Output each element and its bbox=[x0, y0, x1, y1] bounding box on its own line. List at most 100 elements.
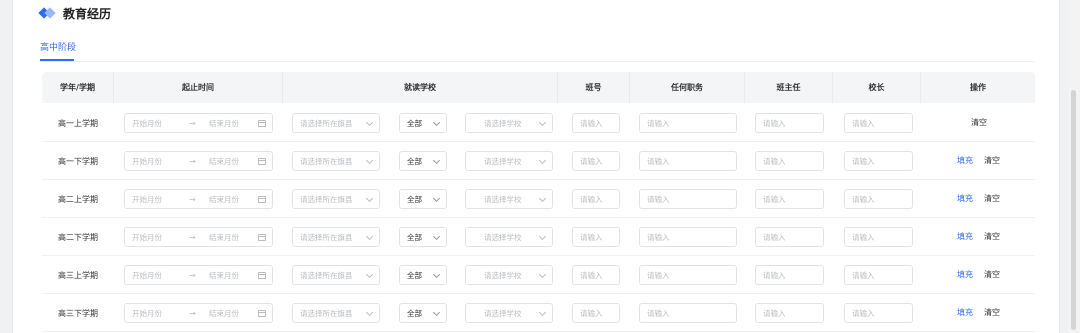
class-number-placeholder: 请输入 bbox=[580, 194, 603, 204]
clear-button[interactable]: 清空 bbox=[984, 142, 1000, 180]
date-range-picker[interactable]: 开始月份 → 结束月份 bbox=[124, 303, 273, 323]
school-placeholder: 请选择学校 bbox=[484, 308, 522, 318]
region-select[interactable]: 请选择所在旗县 bbox=[292, 303, 380, 323]
school-select[interactable]: 请选择学校 bbox=[465, 151, 553, 171]
position-input[interactable]: 请输入 bbox=[639, 189, 737, 209]
chevron-down-icon bbox=[538, 232, 547, 241]
fill-button[interactable]: 填充 bbox=[957, 294, 973, 332]
fill-button[interactable]: 填充 bbox=[957, 142, 973, 180]
date-range-picker[interactable]: 开始月份 → 结束月份 bbox=[124, 113, 273, 133]
chevron-down-icon bbox=[538, 194, 547, 203]
school-type-value: 全部 bbox=[407, 194, 422, 204]
tab-high-school[interactable]: 高中阶段 bbox=[40, 42, 76, 54]
start-month-placeholder: 开始月份 bbox=[132, 194, 162, 204]
fill-button[interactable]: 填充 bbox=[957, 180, 973, 218]
principal-input[interactable]: 请输入 bbox=[844, 113, 913, 133]
class-number-input[interactable]: 请输入 bbox=[572, 151, 620, 171]
region-select[interactable]: 请选择所在旗县 bbox=[292, 113, 380, 133]
date-range-picker[interactable]: 开始月份 → 结束月份 bbox=[124, 227, 273, 247]
fill-button[interactable]: 填充 bbox=[957, 256, 973, 294]
calendar-icon bbox=[258, 310, 266, 317]
region-placeholder: 请选择所在旗县 bbox=[300, 118, 353, 128]
clear-button[interactable]: 清空 bbox=[984, 256, 1000, 294]
head-teacher-input[interactable]: 请输入 bbox=[755, 189, 824, 209]
end-month-placeholder: 结束月份 bbox=[209, 118, 239, 128]
position-placeholder: 请输入 bbox=[647, 270, 670, 280]
date-range-picker[interactable]: 开始月份 → 结束月份 bbox=[124, 265, 273, 285]
position-input[interactable]: 请输入 bbox=[639, 227, 737, 247]
head-teacher-input[interactable]: 请输入 bbox=[755, 151, 824, 171]
principal-input[interactable]: 请输入 bbox=[844, 189, 913, 209]
clear-button[interactable]: 清空 bbox=[984, 294, 1000, 332]
school-select[interactable]: 请选择学校 bbox=[465, 265, 553, 285]
calendar-icon bbox=[258, 120, 266, 127]
position-placeholder: 请输入 bbox=[647, 194, 670, 204]
principal-placeholder: 请输入 bbox=[852, 194, 875, 204]
school-select[interactable]: 请选择学校 bbox=[465, 303, 553, 323]
position-input[interactable]: 请输入 bbox=[639, 113, 737, 133]
position-input[interactable]: 请输入 bbox=[639, 151, 737, 171]
chevron-down-icon bbox=[365, 156, 374, 165]
principal-input[interactable]: 请输入 bbox=[844, 227, 913, 247]
school-type-select[interactable]: 全部 bbox=[399, 189, 447, 209]
class-number-input[interactable]: 请输入 bbox=[572, 227, 620, 247]
fill-button[interactable]: 填充 bbox=[957, 218, 973, 256]
class-number-input[interactable]: 请输入 bbox=[572, 303, 620, 323]
table-row: 高三下学期 开始月份 → 结束月份 请选择所在旗县 全部 请选择学校 请输入 请… bbox=[42, 294, 1035, 332]
date-range-picker[interactable]: 开始月份 → 结束月份 bbox=[124, 189, 273, 209]
school-type-select[interactable]: 全部 bbox=[399, 113, 447, 133]
section-diamond-icon bbox=[38, 7, 56, 19]
class-number-input[interactable]: 请输入 bbox=[572, 113, 620, 133]
class-number-input[interactable]: 请输入 bbox=[572, 265, 620, 285]
head-teacher-placeholder: 请输入 bbox=[763, 194, 786, 204]
head-teacher-input[interactable]: 请输入 bbox=[755, 227, 824, 247]
position-input[interactable]: 请输入 bbox=[639, 265, 737, 285]
position-placeholder: 请输入 bbox=[647, 156, 670, 166]
semester-label: 高三上学期 bbox=[58, 270, 98, 280]
section-title: 教育经历 bbox=[63, 6, 112, 21]
school-select[interactable]: 请选择学校 bbox=[465, 189, 553, 209]
col-header-semester: 学年/学期 bbox=[42, 72, 114, 103]
region-select[interactable]: 请选择所在旗县 bbox=[292, 227, 380, 247]
end-month-placeholder: 结束月份 bbox=[209, 156, 239, 166]
col-header-actions: 操作 bbox=[970, 83, 986, 92]
scrollbar-thumb[interactable] bbox=[1071, 90, 1076, 330]
school-select[interactable]: 请选择学校 bbox=[465, 113, 553, 133]
head-teacher-input[interactable]: 请输入 bbox=[755, 113, 824, 133]
class-number-placeholder: 请输入 bbox=[580, 308, 603, 318]
class-number-placeholder: 请输入 bbox=[580, 156, 603, 166]
chevron-down-icon bbox=[365, 308, 374, 317]
school-type-value: 全部 bbox=[407, 270, 422, 280]
position-placeholder: 请输入 bbox=[647, 232, 670, 242]
calendar-icon bbox=[258, 272, 266, 279]
head-teacher-placeholder: 请输入 bbox=[763, 156, 786, 166]
principal-input[interactable]: 请输入 bbox=[844, 265, 913, 285]
school-type-select[interactable]: 全部 bbox=[399, 303, 447, 323]
principal-input[interactable]: 请输入 bbox=[844, 303, 913, 323]
date-range-picker[interactable]: 开始月份 → 结束月份 bbox=[124, 151, 273, 171]
principal-input[interactable]: 请输入 bbox=[844, 151, 913, 171]
clear-button[interactable]: 清空 bbox=[971, 104, 987, 142]
school-select[interactable]: 请选择学校 bbox=[465, 227, 553, 247]
head-teacher-input[interactable]: 请输入 bbox=[755, 303, 824, 323]
principal-placeholder: 请输入 bbox=[852, 308, 875, 318]
class-number-input[interactable]: 请输入 bbox=[572, 189, 620, 209]
school-placeholder: 请选择学校 bbox=[484, 232, 522, 242]
school-type-select[interactable]: 全部 bbox=[399, 265, 447, 285]
start-month-placeholder: 开始月份 bbox=[132, 118, 162, 128]
end-month-placeholder: 结束月份 bbox=[209, 232, 239, 242]
head-teacher-input[interactable]: 请输入 bbox=[755, 265, 824, 285]
col-header-class: 班号 bbox=[558, 72, 630, 103]
arrow-right-icon: → bbox=[189, 308, 196, 318]
region-select[interactable]: 请选择所在旗县 bbox=[292, 151, 380, 171]
clear-button[interactable]: 清空 bbox=[984, 218, 1000, 256]
school-type-select[interactable]: 全部 bbox=[399, 227, 447, 247]
principal-placeholder: 请输入 bbox=[852, 270, 875, 280]
clear-button[interactable]: 清空 bbox=[984, 180, 1000, 218]
chevron-down-icon bbox=[432, 194, 441, 203]
position-input[interactable]: 请输入 bbox=[639, 303, 737, 323]
region-select[interactable]: 请选择所在旗县 bbox=[292, 189, 380, 209]
school-type-select[interactable]: 全部 bbox=[399, 151, 447, 171]
arrow-right-icon: → bbox=[189, 232, 196, 242]
region-select[interactable]: 请选择所在旗县 bbox=[292, 265, 380, 285]
